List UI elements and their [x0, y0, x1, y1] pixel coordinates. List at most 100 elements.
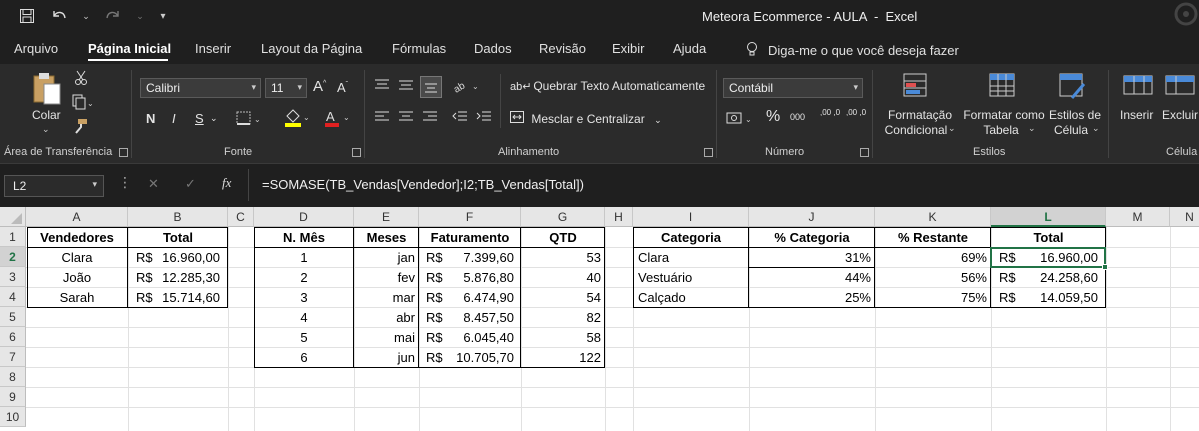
column-header-j[interactable]: J [749, 207, 875, 227]
table-cell[interactable]: 1 [254, 248, 354, 268]
cut-icon[interactable] [74, 70, 88, 89]
underline-button[interactable]: S [195, 111, 204, 126]
increase-decimal-icon[interactable]: ,00 ,0 [820, 108, 842, 117]
row-header-7[interactable]: 7 [0, 347, 26, 367]
table-cell[interactable]: 24.258,60 [1015, 268, 1102, 288]
table-cell[interactable]: 8.457,50 [440, 308, 518, 328]
table-cell[interactable]: 75% [875, 288, 991, 308]
table-cell[interactable]: 2 [254, 268, 354, 288]
align-right-icon[interactable] [422, 110, 438, 127]
table-cell[interactable]: 7.399,60 [440, 248, 518, 268]
decrease-indent-icon[interactable] [452, 110, 468, 127]
font-color-icon[interactable]: A ⌄ [323, 108, 351, 131]
table-header[interactable]: Total [991, 228, 1106, 248]
table-cell[interactable]: Calçado [634, 288, 749, 308]
number-launcher-icon[interactable] [860, 148, 869, 157]
column-header-d[interactable]: D [254, 207, 354, 227]
table-cell[interactable]: 58 [521, 328, 605, 348]
table-cell[interactable]: 12.285,30 [150, 268, 224, 288]
fill-handle[interactable] [1102, 264, 1108, 270]
percent-button[interactable]: % [766, 108, 780, 126]
table-cell[interactable]: abr [354, 308, 419, 328]
table-header[interactable]: % Restante [875, 228, 991, 248]
row-header-4[interactable]: 4 [0, 287, 26, 307]
row-header-5[interactable]: 5 [0, 307, 26, 327]
table-header[interactable]: QTD [521, 228, 605, 248]
table-cell[interactable]: 5.876,80 [440, 268, 518, 288]
orientation-icon[interactable]: ab ⌄ [452, 78, 480, 97]
tab-exibir[interactable]: Exibir [612, 41, 645, 56]
table-cell[interactable]: João [26, 268, 128, 288]
table-cell[interactable]: Clara [634, 248, 749, 268]
row-header-3[interactable]: 3 [0, 267, 26, 287]
wrap-text-button[interactable]: ab↵ Quebrar Texto Automaticamente [510, 79, 705, 93]
column-header-a[interactable]: A [26, 207, 128, 227]
cell-styles-button[interactable]: Estilos de Célula ⌄ [1046, 70, 1104, 142]
font-name-select[interactable]: Calibri ▾ [140, 78, 261, 98]
table-cell[interactable]: 6.045,40 [440, 328, 518, 348]
column-header-f[interactable]: F [419, 207, 521, 227]
undo-dropdown-icon[interactable]: ⌄ [82, 7, 90, 25]
row-header-10[interactable]: 10 [0, 407, 26, 427]
column-header-b[interactable]: B [128, 207, 228, 227]
paste-dropdown-icon[interactable]: ⌄ [42, 124, 50, 135]
table-cell[interactable]: mai [354, 328, 419, 348]
tell-me-search[interactable]: Diga-me o que você deseja fazer [746, 41, 959, 60]
column-header-e[interactable]: E [354, 207, 419, 227]
row-header-9[interactable]: 9 [0, 387, 26, 407]
tab-ajuda[interactable]: Ajuda [673, 41, 706, 56]
bold-button[interactable]: N [146, 111, 155, 126]
alignment-launcher-icon[interactable] [704, 148, 713, 157]
format-as-table-button[interactable]: Formatar como Tabela ⌄ [960, 70, 1046, 142]
copy-icon[interactable]: ⌄ [72, 94, 94, 113]
row-header-2[interactable]: 2 [0, 247, 26, 267]
undo-icon[interactable] [50, 7, 68, 25]
align-left-icon[interactable] [374, 110, 390, 127]
number-format-select[interactable]: Contábil ▾ [723, 78, 863, 98]
table-header[interactable]: Meses [354, 228, 419, 248]
table-header[interactable]: N. Mês [254, 228, 354, 248]
table-cell[interactable]: 15.714,60 [150, 288, 224, 308]
table-header[interactable]: Total [128, 228, 228, 248]
table-cell[interactable]: fev [354, 268, 419, 288]
row-header-8[interactable]: 8 [0, 367, 26, 387]
table-header[interactable]: % Categoria [749, 228, 875, 248]
tab-inserir[interactable]: Inserir [195, 41, 231, 56]
name-box[interactable]: L2 ▾ [4, 175, 104, 197]
table-cell[interactable]: Sarah [26, 288, 128, 308]
decrease-font-icon[interactable]: Aˇ [337, 80, 348, 95]
increase-font-icon[interactable]: A^ [313, 78, 326, 95]
save-icon[interactable] [18, 7, 36, 25]
tab-formulas[interactable]: Fórmulas [392, 41, 446, 56]
table-header[interactable]: Categoria [633, 228, 749, 248]
conditional-formatting-button[interactable]: Formatação Condicional ⌄ [880, 70, 958, 142]
format-painter-icon[interactable] [72, 118, 88, 137]
table-cell[interactable]: 4 [254, 308, 354, 328]
insert-function-icon[interactable]: fx [222, 175, 231, 191]
table-cell[interactable]: 14.059,50 [1015, 288, 1102, 308]
table-cell[interactable]: 5 [254, 328, 354, 348]
column-header-c[interactable]: C [228, 207, 254, 227]
decrease-decimal-icon[interactable]: ,00 ,0 [846, 108, 868, 117]
tab-layout-da-pagina[interactable]: Layout da Página [261, 41, 362, 56]
table-cell[interactable]: 10.705,70 [440, 348, 518, 368]
table-cell[interactable]: 40 [521, 268, 605, 288]
formula-input[interactable]: =SOMASE(TB_Vendas[Vendedor];I2;TB_Vendas… [262, 177, 584, 192]
thousands-button[interactable]: 000 [790, 112, 805, 122]
clipboard-launcher-icon[interactable] [119, 148, 128, 157]
table-cell[interactable]: 25% [749, 288, 875, 308]
italic-button[interactable]: I [172, 111, 176, 126]
font-size-select[interactable]: 11 ▾ [265, 78, 307, 98]
table-cell[interactable]: Clara [26, 248, 128, 268]
paste-button[interactable]: Colar ⌄ [30, 72, 66, 134]
table-cell[interactable]: 6.474,90 [440, 288, 518, 308]
customize-qat-icon[interactable]: ▾ [158, 7, 168, 25]
column-header-i[interactable]: I [633, 207, 749, 227]
column-header-m[interactable]: M [1106, 207, 1170, 227]
table-cell[interactable]: 44% [749, 268, 875, 288]
tab-revisao[interactable]: Revisão [539, 41, 586, 56]
delete-cells-button[interactable]: Excluir [1160, 70, 1199, 142]
align-top-icon[interactable] [374, 78, 390, 95]
table-cell[interactable]: jun [354, 348, 419, 368]
table-cell[interactable]: 82 [521, 308, 605, 328]
